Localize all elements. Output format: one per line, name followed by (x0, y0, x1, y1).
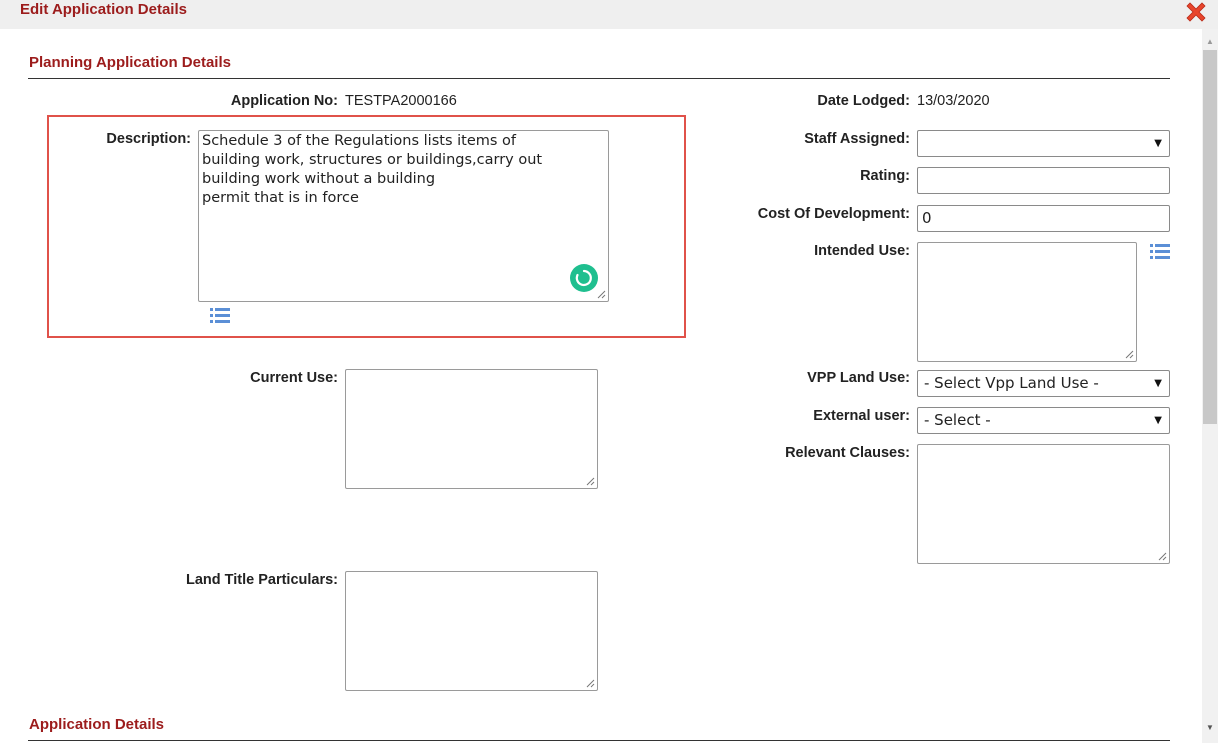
cost-of-development-input[interactable]: 0 (917, 205, 1170, 232)
cost-of-development-label: Cost Of Development: (757, 206, 910, 222)
land-title-particulars-label: Land Title Particulars: (185, 572, 338, 588)
application-no-value: TESTPA2000166 (345, 93, 457, 109)
staff-assigned-select[interactable]: ▼ (917, 130, 1170, 157)
rating-input[interactable] (917, 167, 1170, 194)
resize-handle-icon[interactable] (586, 679, 595, 688)
resize-handle-icon[interactable] (597, 290, 606, 299)
resize-handle-icon[interactable] (1158, 552, 1167, 561)
list-icon[interactable] (1150, 243, 1170, 261)
vpp-land-use-select[interactable]: - Select Vpp Land Use - ▼ (917, 370, 1170, 397)
planning-section-header: Planning Application Details (29, 54, 231, 71)
scroll-up-arrow-icon[interactable]: ▲ (1206, 37, 1214, 46)
description-textarea[interactable]: Schedule 3 of the Regulations lists item… (198, 130, 609, 302)
land-title-particulars-textarea[interactable] (345, 571, 598, 691)
staff-assigned-label: Staff Assigned: (804, 131, 910, 147)
intended-use-textarea[interactable] (917, 242, 1137, 362)
external-user-select[interactable]: - Select - ▼ (917, 407, 1170, 434)
dialog-title: Edit Application Details (20, 1, 187, 18)
external-user-label: External user: (813, 408, 910, 424)
vpp-land-use-label: VPP Land Use: (807, 370, 910, 386)
current-use-label: Current Use: (250, 370, 338, 386)
dropdown-arrow-icon: ▼ (1154, 378, 1162, 389)
description-label: Description: (106, 131, 191, 147)
external-user-value: - Select - (924, 411, 991, 429)
date-lodged-value: 13/03/2020 (917, 93, 990, 109)
application-section-header: Application Details (29, 716, 165, 733)
resize-handle-icon[interactable] (586, 477, 595, 486)
dialog-titlebar: Edit Application Details (0, 0, 1218, 29)
date-lodged-label: Date Lodged: (817, 93, 910, 109)
intended-use-label: Intended Use: (814, 243, 910, 259)
rating-label: Rating: (860, 168, 910, 184)
dropdown-arrow-icon: ▼ (1154, 415, 1162, 426)
relevant-clauses-textarea[interactable] (917, 444, 1170, 564)
grammar-check-spinner-icon[interactable] (570, 264, 598, 292)
section-divider (28, 740, 1170, 741)
vertical-scrollbar[interactable]: ▲ ▼ (1202, 29, 1218, 743)
application-no-label: Application No: (230, 93, 338, 109)
list-icon[interactable] (210, 307, 230, 325)
relevant-clauses-label: Relevant Clauses: (785, 445, 910, 461)
section-divider (28, 78, 1170, 79)
close-icon[interactable] (1184, 0, 1208, 24)
scrollbar-thumb[interactable] (1203, 50, 1217, 424)
resize-handle-icon[interactable] (1125, 350, 1134, 359)
scroll-down-arrow-icon[interactable]: ▼ (1206, 723, 1214, 732)
vpp-land-use-value: - Select Vpp Land Use - (924, 374, 1099, 392)
current-use-textarea[interactable] (345, 369, 598, 489)
dropdown-arrow-icon: ▼ (1154, 138, 1162, 149)
